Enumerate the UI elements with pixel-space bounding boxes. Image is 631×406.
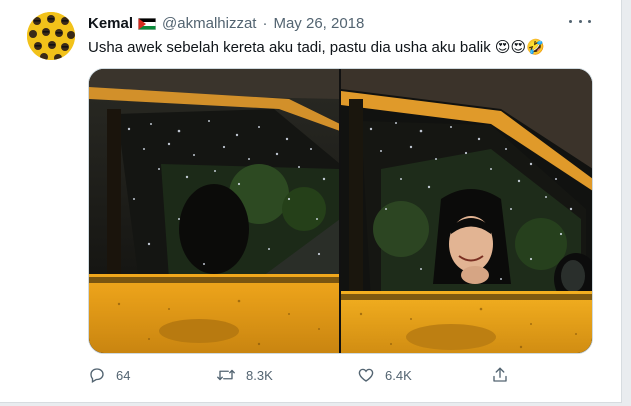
- like-button[interactable]: 6.4K: [357, 366, 412, 384]
- tweet-date[interactable]: May 26, 2018: [273, 15, 364, 32]
- share-icon: [493, 367, 507, 382]
- tweet-header: Kemal @akmalhizzat · May 26, 2018: [88, 15, 364, 32]
- author-name[interactable]: Kemal: [88, 15, 133, 32]
- like-count: 6.4K: [385, 367, 412, 383]
- separator-dot: ·: [262, 15, 268, 32]
- more-options-icon[interactable]: [569, 12, 591, 30]
- reply-count: 64: [116, 367, 131, 383]
- tweet-actions: 64 8.3K 6.4K: [88, 366, 528, 388]
- retweet-icon: [217, 369, 235, 381]
- palestine-flag-icon: [138, 17, 157, 30]
- retweet-button[interactable]: 8.3K: [216, 366, 273, 384]
- tweet-text: Usha awek sebelah kereta aku tadi, pastu…: [88, 39, 545, 56]
- reply-button[interactable]: 64: [88, 366, 130, 384]
- avatar[interactable]: [27, 12, 75, 60]
- author-handle[interactable]: @akmalhizzat: [162, 15, 256, 32]
- media-grid: [88, 68, 593, 354]
- photo-car-window-rain-left[interactable]: [89, 69, 339, 353]
- share-button[interactable]: [491, 366, 509, 384]
- retweet-count: 8.3K: [246, 367, 273, 383]
- tweet-card[interactable]: Kemal @akmalhizzat · May 26, 2018 Usha a…: [0, 0, 622, 403]
- reply-icon: [90, 368, 104, 383]
- heart-icon: [358, 368, 374, 382]
- photo-car-window-girl-smiling-right[interactable]: [341, 69, 592, 353]
